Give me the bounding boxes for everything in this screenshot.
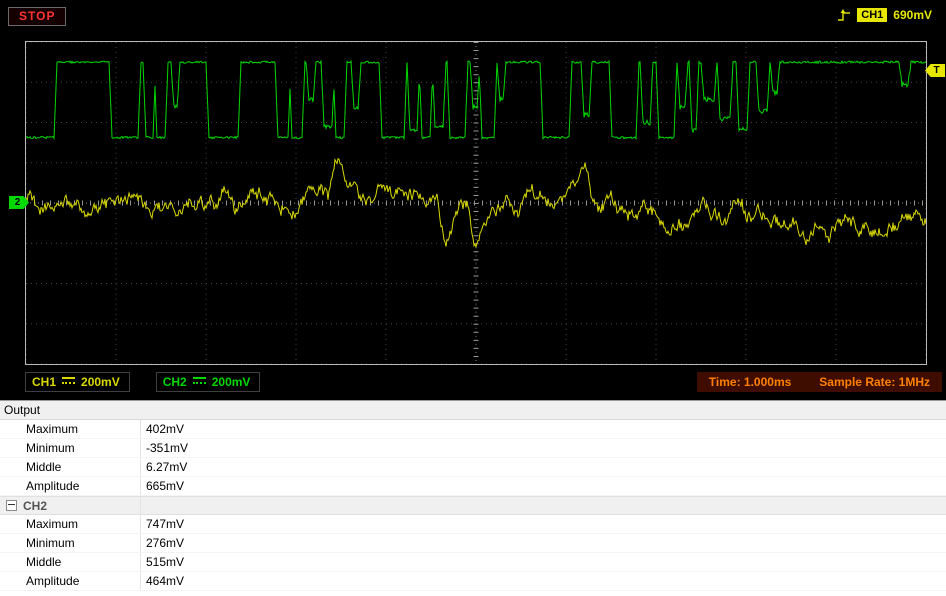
measurement-row[interactable]: Minimum -351mV xyxy=(0,439,946,458)
trigger-level-marker[interactable]: T xyxy=(925,64,945,77)
measurement-label: Maximum xyxy=(0,515,141,533)
sample-rate-value: Sample Rate: 1MHz xyxy=(819,375,930,389)
dc-coupling-icon xyxy=(62,377,76,387)
measurement-value: 665mV xyxy=(146,479,185,493)
measurement-label: Middle xyxy=(0,553,141,571)
oscilloscope-app: STOP CH1 690mV 2 T CH1 200mV CH2 200mV T… xyxy=(0,0,946,596)
measurement-row[interactable]: Middle 6.27mV xyxy=(0,458,946,477)
output-panel-title: Output xyxy=(0,401,946,420)
measurement-table: Maximum 402mV Minimum -351mV Middle 6.27mV Amp… xyxy=(0,420,946,591)
measurement-value: 515mV xyxy=(146,555,185,569)
measurement-value: -351mV xyxy=(146,441,189,455)
ch1-scale-box[interactable]: CH1 200mV xyxy=(25,372,130,392)
timebase-value: Time: 1.000ms xyxy=(708,375,792,389)
measurement-value: 747mV xyxy=(146,517,185,531)
stop-button[interactable]: STOP xyxy=(8,7,67,26)
measurement-row[interactable]: Middle 515mV xyxy=(0,553,946,572)
scope-status-bar: CH1 200mV CH2 200mV Time: 1.000ms Sample… xyxy=(25,370,942,394)
measurement-label: CH2 xyxy=(0,497,141,514)
trigger-channel-badge[interactable]: CH1 xyxy=(857,8,888,22)
measurement-label: Amplitude xyxy=(0,572,141,590)
collapse-icon[interactable] xyxy=(6,500,17,511)
measurement-row[interactable]: Amplitude 665mV xyxy=(0,477,946,496)
dc-coupling-icon xyxy=(192,377,206,387)
measurement-label: Middle xyxy=(0,458,141,476)
scope-area: STOP CH1 690mV 2 T CH1 200mV CH2 200mV T… xyxy=(0,0,946,400)
waveform-display xyxy=(26,42,926,364)
measurement-value: 276mV xyxy=(146,536,185,550)
measurement-row[interactable]: Amplitude 464mV xyxy=(0,572,946,591)
measurement-value: 6.27mV xyxy=(146,460,188,474)
measurement-label: Minimum xyxy=(0,534,141,552)
timebase-info: Time: 1.000ms Sample Rate: 1MHz xyxy=(696,372,942,392)
trigger-edge-icon xyxy=(838,9,851,21)
ch2-scale-box[interactable]: CH2 200mV xyxy=(155,372,261,392)
ch2-label: CH2 xyxy=(162,375,187,389)
measurement-value: 464mV xyxy=(146,574,185,588)
trigger-info: CH1 690mV xyxy=(837,8,932,22)
output-panel: Output Maximum 402mV Minimum -351mV Middle 6.… xyxy=(0,400,946,596)
ch2-scale-value: 200mV xyxy=(211,375,251,389)
scope-screen xyxy=(25,41,927,365)
group-row-ch2[interactable]: CH2 xyxy=(0,496,946,515)
measurement-row[interactable]: Maximum 747mV xyxy=(0,515,946,534)
measurement-label: Maximum xyxy=(0,420,141,438)
measurement-row[interactable]: Maximum 402mV xyxy=(0,420,946,439)
measurement-label: Amplitude xyxy=(0,477,141,495)
measurement-value xyxy=(141,497,146,514)
ch1-scale-value: 200mV xyxy=(81,375,120,389)
measurement-value: 402mV xyxy=(146,422,185,436)
trigger-level-value: 690mV xyxy=(893,8,932,22)
ch1-label: CH1 xyxy=(32,375,57,389)
measurement-row[interactable]: Minimum 276mV xyxy=(0,534,946,553)
measurement-label: Minimum xyxy=(0,439,141,457)
